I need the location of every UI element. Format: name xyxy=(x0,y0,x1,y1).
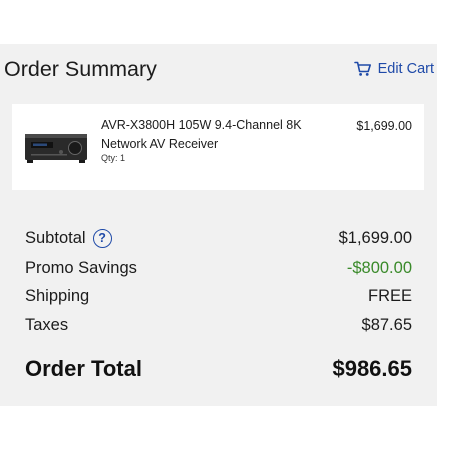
page-title: Order Summary xyxy=(4,57,157,81)
order-total-row: Order Total $986.65 xyxy=(25,355,412,383)
promo-savings-row: Promo Savings -$800.00 xyxy=(25,257,412,279)
help-icon[interactable]: ? xyxy=(92,228,112,248)
taxes-row: Taxes $87.65 xyxy=(25,314,412,336)
taxes-label: Taxes xyxy=(25,316,69,334)
item-quantity: Qty: 1 xyxy=(101,153,126,163)
order-summary-header: Order Summary Edit Cart xyxy=(4,56,434,82)
edit-cart-link[interactable]: Edit Cart xyxy=(353,60,434,78)
cart-item-card: AVR-X3800H 105W 9.4-Channel 8K Network A… xyxy=(12,104,424,190)
item-name: AVR-X3800H 105W 9.4-Channel 8K Network A… xyxy=(101,118,302,151)
subtotal-label: Subtotal xyxy=(25,229,86,247)
taxes-value: $87.65 xyxy=(361,316,412,334)
shipping-row: Shipping FREE xyxy=(25,285,412,307)
cart-icon xyxy=(353,61,372,77)
subtotal-row: Subtotal ? $1,699.00 xyxy=(25,227,412,249)
subtotal-value: $1,699.00 xyxy=(338,229,412,247)
promo-savings-label: Promo Savings xyxy=(25,259,137,277)
shipping-value: FREE xyxy=(367,287,412,305)
shipping-label: Shipping xyxy=(25,287,90,305)
order-summary-panel xyxy=(0,44,437,406)
item-price: $1,699.00 xyxy=(356,119,412,133)
promo-savings-value: -$800.00 xyxy=(346,259,412,277)
order-total-value: $986.65 xyxy=(332,356,412,381)
order-total-label: Order Total xyxy=(25,356,142,381)
av-receiver-image xyxy=(21,128,91,168)
edit-cart-label: Edit Cart xyxy=(377,61,434,77)
